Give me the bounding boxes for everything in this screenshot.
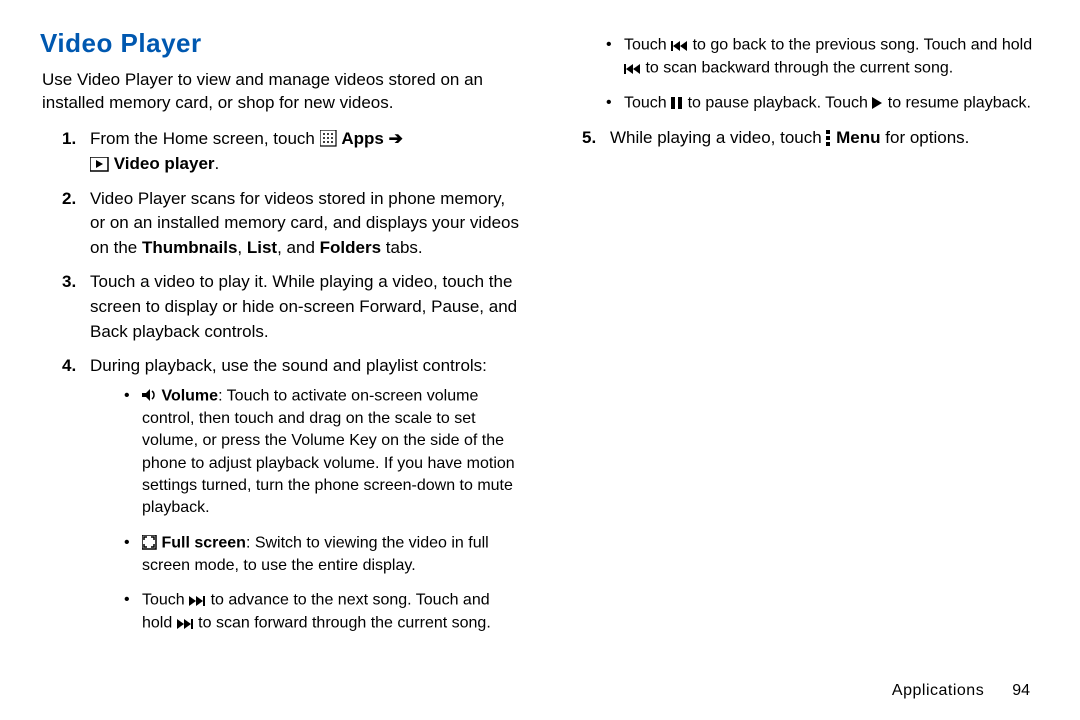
menu-label: Menu (836, 128, 880, 147)
step-number: 3. (62, 270, 90, 344)
step-2: 2. Video Player scans for videos stored … (62, 187, 522, 261)
footer-section: Applications (892, 682, 984, 700)
fullscreen-icon (142, 532, 157, 554)
next-track-icon (177, 612, 194, 634)
prev-track-icon (671, 34, 688, 56)
play-icon (872, 92, 883, 114)
step-number: 4. (62, 354, 90, 646)
two-column-layout: Video Player Use Video Player to view an… (38, 28, 1042, 678)
next-track-icon (189, 589, 206, 611)
video-player-label: Video player (114, 154, 215, 173)
step-1-text-a: From the Home screen, touch (90, 129, 320, 148)
step-number: 1. (62, 127, 90, 177)
instruction-list-cont: 5. While playing a video, touch Menu for… (558, 126, 1042, 151)
volume-icon (142, 385, 157, 407)
intro-paragraph: Use Video Player to view and manage vide… (42, 69, 522, 115)
section-title: Video Player (40, 28, 522, 59)
page-footer: Applications 94 (38, 678, 1042, 702)
sub-bullets: • Volume: Touch to activate on-screen vo… (124, 385, 522, 635)
manual-page: Video Player Use Video Player to view an… (0, 0, 1080, 720)
bullet-fullscreen: • Full screen: Switch to viewing the vid… (124, 532, 522, 577)
step-number: 5. (582, 126, 610, 151)
volume-label: Volume (161, 387, 218, 404)
apps-label: Apps (341, 129, 384, 148)
footer-page-number: 94 (1012, 682, 1030, 700)
bullet-back: • Touch to go back to the previous song.… (606, 34, 1042, 80)
step-1: 1. From the Home screen, touch Apps ➔ Vi… (62, 127, 522, 177)
apps-icon (320, 127, 337, 152)
step-4: 4. During playback, use the sound and pl… (62, 354, 522, 646)
step-3-text: Touch a video to play it. While playing … (90, 270, 522, 344)
fullscreen-label: Full screen (161, 534, 245, 551)
bullet-pause: • Touch to pause playback. Touch to resu… (606, 92, 1042, 115)
instruction-list: 1. From the Home screen, touch Apps ➔ Vi… (38, 127, 522, 647)
step-5: 5. While playing a video, touch Menu for… (582, 126, 1042, 151)
folders-label: Folders (320, 238, 381, 257)
nav-arrow: ➔ (389, 129, 403, 148)
list-label: List (247, 238, 277, 257)
right-column: • Touch to go back to the previous song.… (558, 28, 1042, 678)
prev-track-icon (624, 57, 641, 79)
step-3: 3. Touch a video to play it. While playi… (62, 270, 522, 344)
video-player-icon (90, 152, 109, 177)
thumbnails-label: Thumbnails (142, 238, 237, 257)
step-4-text: During playback, use the sound and playl… (90, 356, 487, 375)
bullet-forward: • Touch to advance to the next song. Tou… (124, 589, 522, 635)
step-number: 2. (62, 187, 90, 261)
sub-bullets-continued: • Touch to go back to the previous song.… (606, 34, 1042, 114)
left-column: Video Player Use Video Player to view an… (38, 28, 522, 678)
menu-icon (826, 127, 831, 152)
period: . (215, 154, 220, 173)
bullet-volume: • Volume: Touch to activate on-screen vo… (124, 385, 522, 520)
pause-icon (671, 92, 683, 114)
